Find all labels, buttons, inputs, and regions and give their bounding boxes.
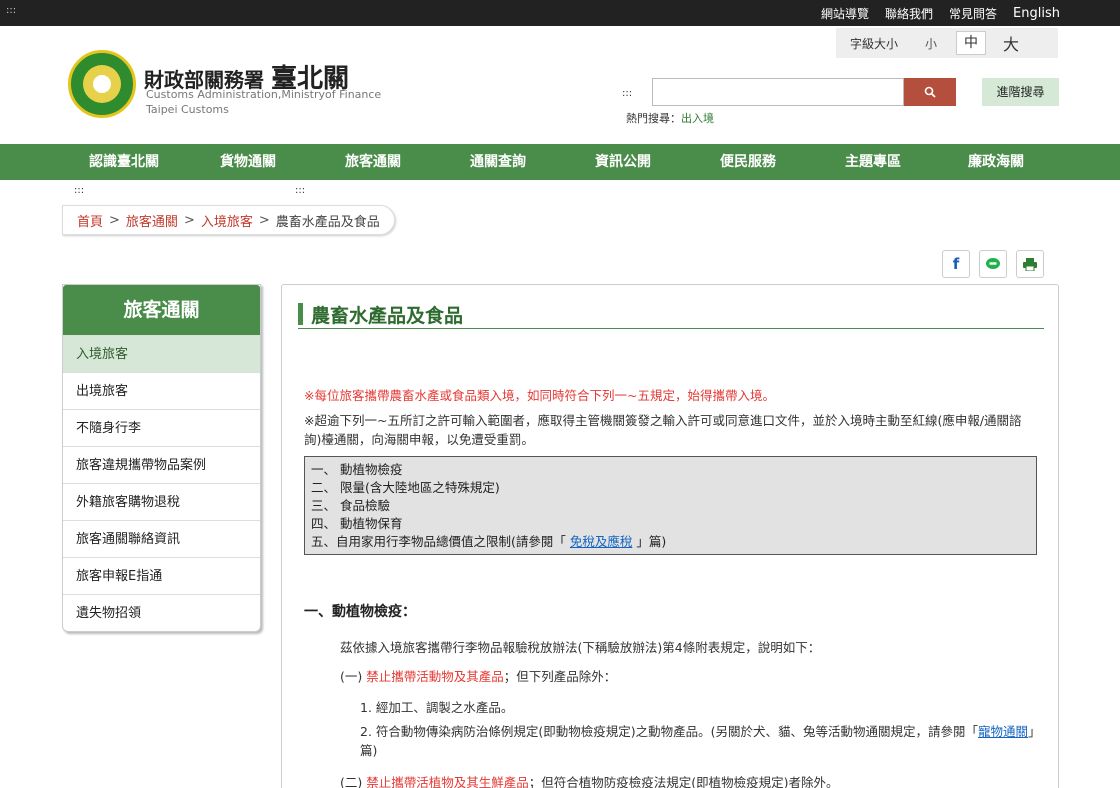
sidebar-item-violations[interactable]: 旅客違規攜帶物品案例 <box>63 446 260 483</box>
summary-item[interactable]: 四、 動植物保育 <box>311 515 1030 533</box>
contact-link[interactable]: 聯絡我們 <box>885 5 933 22</box>
left-access-key[interactable]: ::: <box>74 185 84 196</box>
rule-1-item-1: 1. 經加工、調製之水產品。 <box>360 700 514 715</box>
nav-item-passenger[interactable]: 旅客通關 <box>345 144 401 180</box>
font-medium-button[interactable]: 中 <box>956 31 986 55</box>
nav-item-info[interactable]: 資訊公開 <box>595 144 651 180</box>
sidebar-item-unaccompanied[interactable]: 不隨身行李 <box>63 409 260 446</box>
tax-free-link[interactable]: 免稅及應稅 <box>570 534 633 549</box>
brand-en-line2: Taipei Customs <box>146 103 229 116</box>
sidebar-item-contact[interactable]: 旅客通關聯絡資訊 <box>63 520 260 557</box>
breadcrumb-inbound[interactable]: 入境旅客 <box>201 211 253 230</box>
summary-item[interactable]: 一、 動植物檢疫 <box>311 461 1030 479</box>
summary-item[interactable]: 二、 限量(含大陸地區之特殊規定) <box>311 479 1030 497</box>
font-size-label: 字級大小 <box>850 36 899 51</box>
breadcrumb: 首頁 > 旅客通關 > 入境旅客 > 農畜水產品及食品 <box>62 205 395 235</box>
line-share-button[interactable] <box>979 250 1007 278</box>
font-small-button[interactable]: 小 <box>912 35 950 52</box>
rule-2: (二) 禁止攜帶活植物及其生鮮產品；但符合植物防疫檢疫法規定(即植物檢疫規定)者… <box>340 775 839 788</box>
pet-clearance-link[interactable]: 寵物通關 <box>978 724 1028 739</box>
sidebar-item-tax-refund[interactable]: 外籍旅客購物退稅 <box>63 483 260 520</box>
customs-logo[interactable] <box>68 50 136 118</box>
rules-summary-box: 一、 動植物檢疫 二、 限量(含大陸地區之特殊規定) 三、 食品檢驗 四、 動植… <box>304 456 1037 555</box>
brand-en-line1: Customs Administration,Ministryof Financ… <box>146 88 382 101</box>
facebook-share-button[interactable]: f <box>942 250 970 278</box>
font-size-control: 字級大小 小 中 大 <box>836 28 1058 58</box>
font-large-button[interactable]: 大 <box>986 31 1036 55</box>
main-content: 農畜水產品及食品 ※每位旅客攜帶農畜水產或食品類入境，如同時符合下列一~五規定，… <box>281 284 1059 788</box>
breadcrumb-passenger[interactable]: 旅客通關 <box>126 211 178 230</box>
advanced-search-button[interactable]: 進階搜尋 <box>982 78 1059 106</box>
sidebar: 旅客通關 入境旅客 出境旅客 不隨身行李 旅客違規攜帶物品案例 外籍旅客購物退稅… <box>62 284 261 632</box>
search-access-key[interactable]: ::: <box>622 88 632 99</box>
nav-item-cargo[interactable]: 貨物通關 <box>220 144 276 180</box>
rule-1: (一) 禁止攜帶活動物及其產品；但下列產品除外： <box>340 669 617 684</box>
print-icon <box>1023 257 1037 271</box>
rule-1-item-2: 2. 符合動物傳染病防治條例規定(即動物檢疫規定)之動物產品。(另關於犬、貓、兔… <box>360 724 1035 758</box>
sidebar-item-e-guide[interactable]: 旅客申報E指通 <box>63 557 260 594</box>
note-red: ※每位旅客攜帶農畜水產或食品類入境，如同時符合下列一~五規定，始得攜帶入境。 <box>304 388 775 403</box>
sidebar-item-outbound[interactable]: 出境旅客 <box>63 372 260 409</box>
breadcrumb-current: 農畜水產品及食品 <box>275 214 380 230</box>
note-general: ※超逾下列一~五所訂之許可輸入範圍者，應取得主管機關簽發之輸入許可或同意進口文件… <box>304 413 1022 447</box>
search-input[interactable] <box>652 78 904 106</box>
hot-search: 熱門搜尋：出入境 <box>626 112 714 125</box>
top-bar: ::: 網站導覽 聯絡我們 常見問答 English <box>0 0 1120 26</box>
section-title: 一、動植物檢疫： <box>304 604 416 620</box>
main-nav: 認識臺北關 貨物通關 旅客通關 通關查詢 資訊公開 便民服務 主題專區 廉政海關 <box>0 144 1120 180</box>
sitemap-link[interactable]: 網站導覽 <box>821 5 869 22</box>
sidebar-item-lost-found[interactable]: 遺失物招領 <box>63 594 260 631</box>
center-access-key[interactable]: ::: <box>295 185 305 196</box>
hot-search-link[interactable]: 出入境 <box>681 112 714 125</box>
breadcrumb-home[interactable]: 首頁 <box>77 211 103 230</box>
print-button[interactable] <box>1016 250 1044 278</box>
sidebar-title: 旅客通關 <box>63 285 260 335</box>
search-button[interactable] <box>904 78 956 106</box>
line-icon <box>986 258 1000 269</box>
top-links: 網站導覽 聯絡我們 常見問答 English <box>821 0 1060 26</box>
sidebar-item-inbound[interactable]: 入境旅客 <box>63 335 260 372</box>
summary-item[interactable]: 五、自用家用行李物品總價值之限制(請參閱「 免稅及應稅 」篇) <box>311 533 1030 551</box>
faq-link[interactable]: 常見問答 <box>949 5 997 22</box>
summary-item[interactable]: 三、 食品檢驗 <box>311 497 1030 515</box>
access-key[interactable]: ::: <box>6 5 16 16</box>
nav-item-query[interactable]: 通關查詢 <box>470 144 526 180</box>
facebook-icon: f <box>952 255 960 273</box>
nav-item-topics[interactable]: 主題專區 <box>845 144 901 180</box>
section-paragraph: 茲依據入境旅客攜帶行李物品報驗稅放辦法(下稱驗放辦法)第4條附表規定，說明如下： <box>340 640 821 655</box>
nav-item-integrity[interactable]: 廉政海關 <box>968 144 1024 180</box>
page-title: 農畜水產品及食品 <box>298 301 1044 329</box>
nav-item-about[interactable]: 認識臺北關 <box>89 144 159 180</box>
english-link[interactable]: English <box>1013 6 1060 21</box>
search-icon <box>924 86 936 98</box>
nav-item-service[interactable]: 便民服務 <box>720 144 776 180</box>
